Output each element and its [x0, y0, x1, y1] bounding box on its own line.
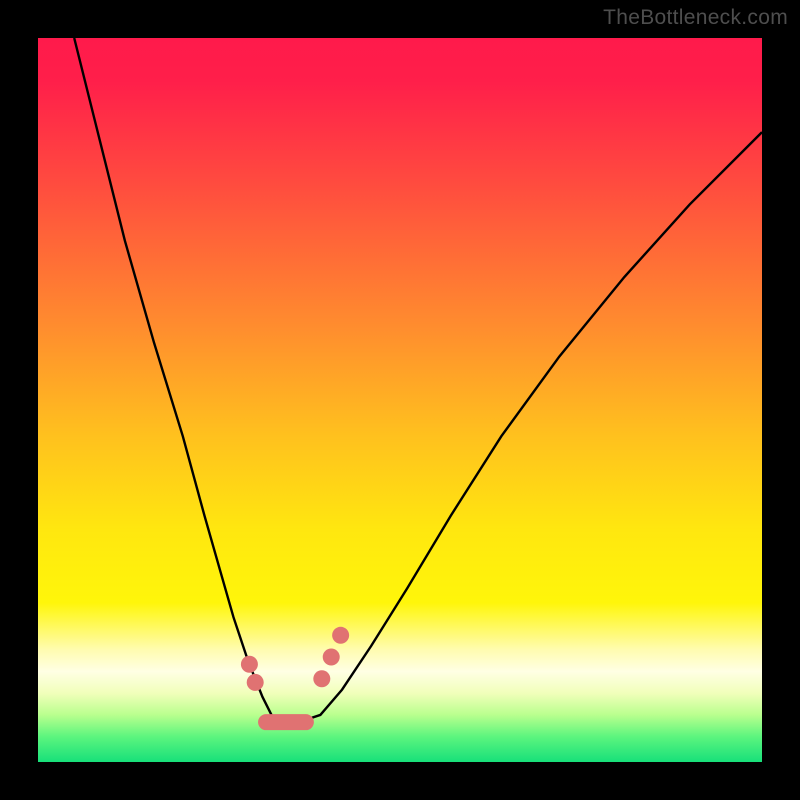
bottleneck-chart [38, 38, 762, 762]
gradient-background [38, 38, 762, 762]
plot-area [38, 38, 762, 762]
marker-dot [332, 627, 349, 644]
marker-dot [241, 656, 258, 673]
chart-frame: TheBottleneck.com [0, 0, 800, 800]
marker-dot [313, 670, 330, 687]
marker-dot [247, 674, 264, 691]
marker-dot [323, 649, 340, 666]
watermark-text: TheBottleneck.com [603, 6, 788, 30]
